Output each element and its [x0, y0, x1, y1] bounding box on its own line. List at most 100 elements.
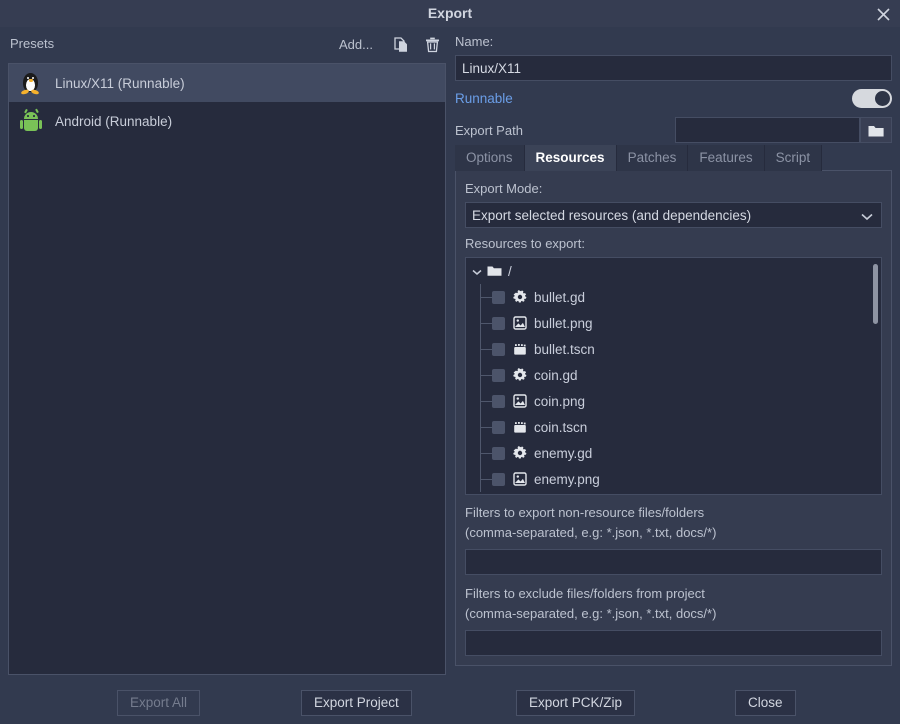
runnable-toggle[interactable] — [852, 89, 892, 108]
preset-item-android[interactable]: Android (Runnable) — [9, 102, 445, 140]
export-pck-zip-button[interactable]: Export PCK/Zip — [516, 690, 635, 716]
folder-icon[interactable] — [860, 117, 892, 143]
tree-row-root[interactable]: / — [466, 258, 881, 284]
image-glyph — [513, 394, 527, 408]
runnable-row: Runnable — [455, 81, 892, 115]
export-path-row: Export Path — [455, 115, 892, 145]
tux-icon — [19, 70, 43, 96]
image-glyph — [513, 316, 527, 330]
trash-glyph — [425, 37, 440, 53]
scene-glyph — [513, 343, 527, 356]
exclude-filter-label-1: Filters to exclude files/folders from pr… — [465, 584, 882, 604]
window-title: Export — [0, 0, 900, 27]
exclude-filter-input[interactable] — [465, 630, 882, 656]
resources-tab-panel: Export Mode: Export selected resources (… — [455, 171, 892, 666]
tab-features[interactable]: Features — [688, 145, 764, 171]
tab-options[interactable]: Options — [455, 145, 525, 171]
file-label: bullet.tscn — [534, 342, 595, 357]
tab-bar[interactable]: Options Resources Patches Features Scrip… — [455, 145, 892, 171]
titlebar: Export — [0, 0, 900, 27]
chevron-down-icon — [861, 209, 873, 224]
android-icon — [19, 108, 43, 134]
image-glyph — [513, 472, 527, 486]
runnable-label: Runnable — [455, 91, 513, 106]
script-gear-icon — [512, 368, 528, 382]
export-dialog: Export Presets Add... — [0, 0, 900, 724]
file-checkbox[interactable] — [492, 421, 505, 434]
file-label: bullet.gd — [534, 290, 585, 305]
scrollbar-thumb[interactable] — [873, 264, 878, 324]
tree-row[interactable]: bullet.png — [466, 310, 881, 336]
script-gear-icon — [512, 290, 528, 304]
export-mode-select[interactable]: Export selected resources (and dependenc… — [465, 202, 882, 228]
export-mode-label: Export Mode: — [465, 181, 882, 196]
tree-row[interactable]: coin.png — [466, 388, 881, 414]
include-filter-label-2: (comma-separated, e.g: *.json, *.txt, do… — [465, 523, 882, 543]
exclude-filter-label-2: (comma-separated, e.g: *.json, *.txt, do… — [465, 604, 882, 624]
tree-row[interactable]: bullet.tscn — [466, 336, 881, 362]
preset-item-linux[interactable]: Linux/X11 (Runnable) — [9, 64, 445, 102]
file-label: enemy.png — [534, 472, 600, 487]
trash-icon[interactable] — [420, 34, 444, 56]
file-checkbox[interactable] — [492, 395, 505, 408]
expand-glyph — [472, 269, 482, 276]
tree-root-label: / — [508, 264, 512, 279]
chevron-glyph — [861, 213, 873, 221]
expand-chevron-icon[interactable] — [472, 264, 482, 279]
file-checkbox[interactable] — [492, 291, 505, 304]
export-all-label: Export All — [117, 690, 200, 716]
preset-label: Linux/X11 (Runnable) — [55, 76, 185, 91]
file-label: enemy.gd — [534, 446, 592, 461]
tree-row[interactable]: coin.gd — [466, 362, 881, 388]
scene-icon — [512, 421, 528, 434]
scene-icon — [512, 343, 528, 356]
duplicate-icon[interactable] — [389, 34, 413, 56]
tree-row[interactable]: bullet.gd — [466, 284, 881, 310]
add-preset-button[interactable]: Add... — [335, 35, 377, 54]
image-icon — [512, 394, 528, 408]
export-project-button[interactable]: Export Project — [301, 690, 412, 716]
file-checkbox[interactable] — [492, 369, 505, 382]
image-icon — [512, 316, 528, 330]
preset-name-input[interactable] — [455, 55, 892, 81]
scene-glyph — [513, 421, 527, 434]
include-filter-input[interactable] — [465, 549, 882, 575]
presets-label: Presets — [10, 36, 54, 51]
export-project-label[interactable]: Export Project — [301, 690, 412, 716]
close-label[interactable]: Close — [735, 690, 796, 716]
file-checkbox[interactable] — [492, 343, 505, 356]
gear-glyph — [513, 446, 527, 460]
file-checkbox[interactable] — [492, 447, 505, 460]
file-checkbox[interactable] — [492, 473, 505, 486]
tab-patches[interactable]: Patches — [617, 145, 689, 171]
duplicate-glyph — [394, 37, 409, 53]
file-label: bullet.png — [534, 316, 593, 331]
tab-resources[interactable]: Resources — [525, 145, 617, 171]
close-button[interactable]: Close — [735, 690, 796, 716]
tree-row[interactable]: enemy.png — [466, 466, 881, 492]
file-label: coin.png — [534, 394, 585, 409]
tree-row[interactable]: coin.tscn — [466, 414, 881, 440]
resource-tree[interactable]: / bullet.gd — [465, 257, 882, 495]
tree-row[interactable]: enemy.gd — [466, 440, 881, 466]
tab-script[interactable]: Script — [765, 145, 823, 171]
toggle-knob — [875, 91, 890, 106]
file-checkbox[interactable] — [492, 317, 505, 330]
folder-glyph — [868, 124, 884, 137]
preset-label: Android (Runnable) — [55, 114, 172, 129]
tree-scrollbar[interactable] — [873, 264, 878, 490]
export-mode-value: Export selected resources (and dependenc… — [472, 208, 751, 223]
folder-icon — [486, 265, 502, 277]
close-glyph — [877, 8, 890, 21]
export-pck-zip-label[interactable]: Export PCK/Zip — [516, 690, 635, 716]
export-path-input[interactable] — [675, 117, 860, 143]
include-filter-label-1: Filters to export non-resource files/fol… — [465, 503, 882, 523]
file-label: coin.tscn — [534, 420, 587, 435]
presets-list[interactable]: Linux/X11 (Runnable) Android (Runnable) — [8, 63, 446, 675]
image-icon — [512, 472, 528, 486]
script-gear-icon — [512, 446, 528, 460]
gear-glyph — [513, 368, 527, 382]
export-path-controls — [675, 117, 892, 143]
export-all-button: Export All — [117, 690, 200, 716]
close-icon[interactable] — [872, 3, 894, 25]
